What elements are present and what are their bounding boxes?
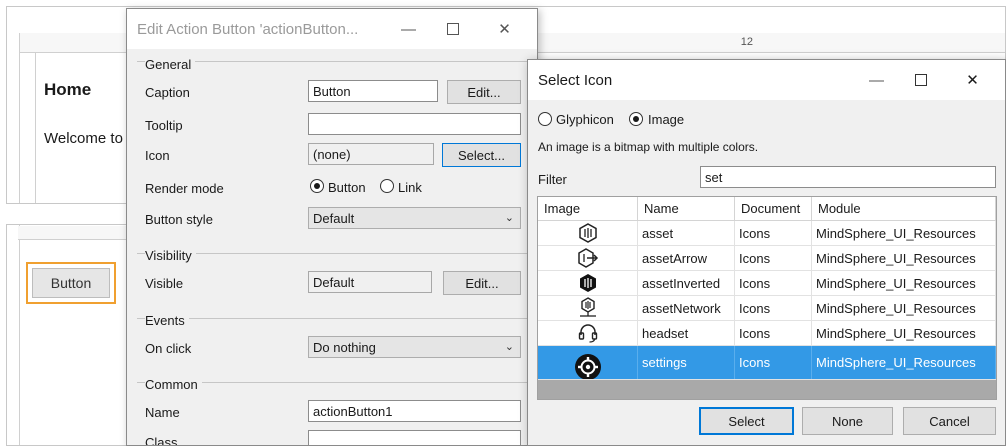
common-group-label: Common: [145, 377, 202, 392]
glyphicon-radio[interactable]: [538, 112, 552, 126]
row-document: Icons: [735, 221, 812, 245]
grid-line: [19, 33, 20, 203]
row-document: Icons: [735, 346, 812, 379]
minimize-icon[interactable]: —: [386, 9, 431, 49]
close-icon[interactable]: ✕: [482, 9, 527, 49]
filter-input[interactable]: [700, 166, 996, 188]
tooltip-input[interactable]: [308, 113, 521, 135]
caption-input[interactable]: [308, 80, 438, 102]
caption-edit-button[interactable]: Edit...: [447, 80, 521, 104]
class-input[interactable]: [308, 430, 521, 445]
headset-icon: [538, 321, 638, 345]
filter-label: Filter: [538, 172, 567, 187]
asset-icon: [538, 221, 638, 245]
tooltip-label: Tooltip: [145, 118, 183, 133]
asset-arrow-icon: [538, 246, 638, 270]
column-header-document[interactable]: Document: [735, 197, 812, 221]
render-mode-label: Render mode: [145, 181, 224, 196]
welcome-text: Welcome to: [44, 130, 123, 147]
page-action-button[interactable]: Button: [32, 268, 110, 298]
select-icon-title: Select Icon: [538, 72, 613, 89]
ruler-column-number: 12: [740, 36, 753, 48]
on-click-label: On click: [145, 341, 192, 356]
row-module: MindSphere_UI_Resources: [812, 221, 996, 245]
row-module: MindSphere_UI_Resources: [812, 296, 996, 320]
select-icon-dialog: Select Icon — ✕ Glyphicon Image An image…: [527, 59, 1006, 446]
column-header-image[interactable]: Image: [538, 197, 638, 221]
select-icon-titlebar[interactable]: Select Icon — ✕: [528, 60, 1005, 100]
visible-label: Visible: [145, 276, 184, 291]
on-click-value: Do nothing: [313, 340, 376, 355]
row-name: settings: [638, 346, 735, 379]
on-click-dropdown[interactable]: Do nothing ⌄: [308, 336, 521, 358]
row-document: Icons: [735, 271, 812, 295]
row-document: Icons: [735, 246, 812, 270]
table-row[interactable]: assetArrow Icons MindSphere_UI_Resources: [538, 246, 996, 271]
events-group-label: Events: [145, 313, 189, 328]
table-row-selected[interactable]: settings Icons MindSphere_UI_Resources: [538, 346, 996, 380]
image-radio[interactable]: [629, 112, 643, 126]
column-header-module[interactable]: Module: [812, 197, 996, 221]
general-group-label: General: [145, 57, 196, 72]
cancel-button[interactable]: Cancel: [903, 407, 996, 435]
render-mode-link-label: Link: [398, 180, 422, 195]
type-description: An image is a bitmap with multiple color…: [538, 140, 759, 154]
select-button[interactable]: Select: [699, 407, 794, 435]
edit-dialog-title: Edit Action Button 'actionButton...: [137, 21, 359, 38]
chevron-down-icon: ⌄: [504, 341, 514, 353]
row-name: headset: [638, 321, 735, 345]
row-document: Icons: [735, 321, 812, 345]
table-row[interactable]: asset Icons MindSphere_UI_Resources: [538, 221, 996, 246]
row-module: MindSphere_UI_Resources: [812, 346, 996, 379]
chevron-down-icon: ⌄: [504, 212, 514, 224]
glyphicon-label: Glyphicon: [556, 112, 614, 127]
row-name: assetArrow: [638, 246, 735, 270]
row-document: Icons: [735, 296, 812, 320]
minimize-icon[interactable]: —: [854, 60, 899, 100]
column-header-name[interactable]: Name: [638, 197, 735, 221]
edit-dialog-titlebar[interactable]: Edit Action Button 'actionButton... — ✕: [127, 9, 537, 49]
settings-icon: [538, 346, 638, 379]
maximize-icon[interactable]: [430, 9, 475, 49]
row-module: MindSphere_UI_Resources: [812, 246, 996, 270]
button-style-value: Default: [313, 211, 355, 226]
grid-line: [19, 225, 20, 445]
icon-select-button[interactable]: Select...: [442, 143, 521, 167]
image-label: Image: [648, 112, 685, 127]
table-row[interactable]: assetInverted Icons MindSphere_UI_Resour…: [538, 271, 996, 296]
render-mode-button-radio[interactable]: [310, 179, 324, 193]
caption-label: Caption: [145, 85, 190, 100]
close-icon[interactable]: ✕: [950, 60, 995, 100]
asset-network-icon: [538, 296, 638, 320]
icon-value-field: [308, 143, 434, 165]
home-title: Home: [44, 80, 92, 99]
icon-label: Icon: [145, 148, 170, 163]
name-label: Name: [145, 405, 180, 420]
class-label: Class: [145, 435, 178, 446]
render-mode-button-label: Button: [328, 180, 366, 195]
row-name: asset: [638, 221, 735, 245]
row-name: assetInverted: [638, 271, 735, 295]
selected-widget-outline[interactable]: Button: [26, 262, 116, 304]
row-module: MindSphere_UI_Resources: [812, 271, 996, 295]
visible-edit-button[interactable]: Edit...: [443, 271, 521, 295]
name-input[interactable]: [308, 400, 521, 422]
button-style-label: Button style: [145, 212, 213, 227]
row-module: MindSphere_UI_Resources: [812, 321, 996, 345]
maximize-icon[interactable]: [898, 60, 943, 100]
visibility-group-label: Visibility: [145, 248, 196, 263]
row-name: assetNetwork: [638, 296, 735, 320]
button-style-dropdown[interactable]: Default ⌄: [308, 207, 521, 229]
render-mode-link-radio[interactable]: [380, 179, 394, 193]
table-row[interactable]: headset Icons MindSphere_UI_Resources: [538, 321, 996, 346]
edit-action-button-dialog: Edit Action Button 'actionButton... — ✕ …: [126, 8, 538, 446]
none-button[interactable]: None: [802, 407, 893, 435]
icon-table: Image Name Document Module asset Icons M…: [537, 196, 997, 400]
asset-inverted-icon: [538, 271, 638, 295]
visible-value-field: [308, 271, 432, 293]
table-row[interactable]: assetNetwork Icons MindSphere_UI_Resourc…: [538, 296, 996, 321]
